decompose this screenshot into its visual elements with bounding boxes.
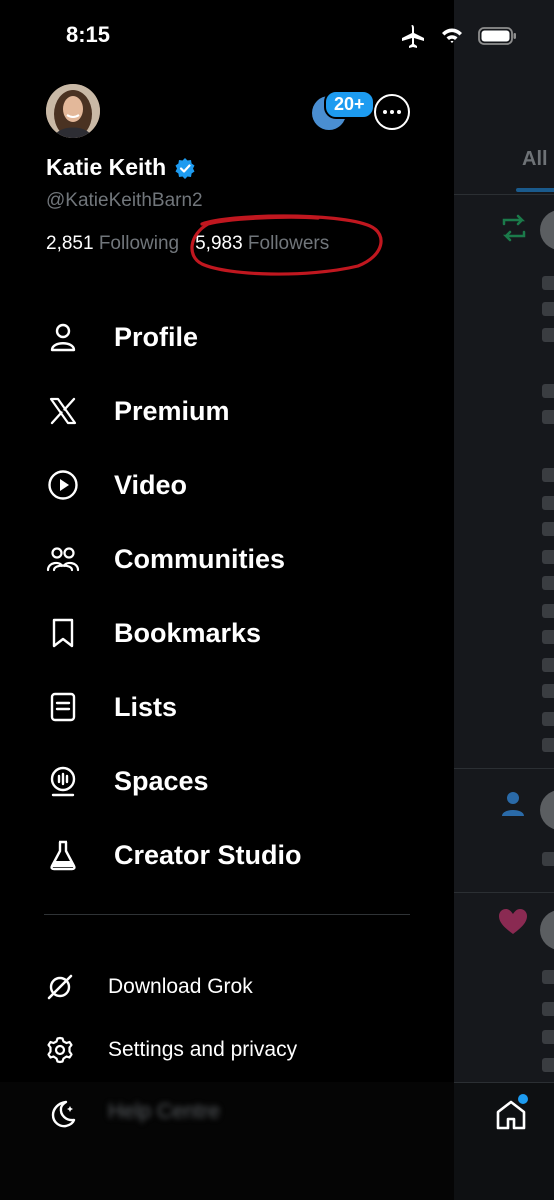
menu-label: Premium [114, 395, 230, 426]
feed-avatar [540, 790, 554, 830]
followers-label: Followers [247, 233, 330, 254]
notification-badge: 20+ [324, 90, 375, 119]
gear-icon [46, 1036, 74, 1064]
avatar[interactable] [46, 84, 100, 138]
menu-item-video[interactable]: Video [46, 448, 426, 522]
feed-tab-all[interactable]: All [522, 148, 548, 171]
secondary-menu: Download Grok Settings and privacy [46, 955, 297, 1081]
feed-text-line [542, 410, 554, 424]
feed-text-line [542, 970, 554, 984]
feed-text-line [542, 550, 554, 564]
repost-icon [502, 214, 526, 242]
feed-divider [454, 194, 554, 195]
battery-icon [478, 27, 516, 45]
feed-text-line [542, 658, 554, 672]
menu-label: Lists [114, 691, 178, 722]
feed-text-line [542, 276, 554, 290]
menu-item-creator-studio[interactable]: Creator Studio [46, 818, 426, 892]
feed-avatar [540, 910, 554, 950]
menu-label: Download Grok [108, 974, 253, 998]
menu-label: Communities [114, 543, 286, 574]
person-icon [46, 320, 80, 354]
home-notification-dot [518, 1094, 528, 1104]
airplane-icon [402, 25, 424, 48]
feed-text-line [542, 1030, 554, 1044]
menu-separator [44, 914, 410, 915]
feed-divider [454, 768, 554, 769]
status-time: 8:15 [66, 22, 111, 47]
feed-text-line [542, 384, 554, 398]
menu-item-settings[interactable]: Settings and privacy [46, 1018, 297, 1081]
bookmark-icon [46, 616, 80, 650]
followers-link[interactable]: 5,983 Followers [195, 233, 329, 255]
menu-item-bookmarks[interactable]: Bookmarks [46, 596, 426, 670]
menu-label: Creator Studio [114, 839, 302, 870]
wifi-icon [442, 28, 462, 43]
feed-text-line [542, 604, 554, 618]
following-link[interactable]: 2,851 Following [46, 233, 179, 255]
feed-divider [454, 892, 554, 893]
verified-badge-icon [175, 157, 195, 179]
profile-name-row[interactable]: Katie Keith [46, 154, 196, 181]
help-centre-link[interactable]: Help Centre [108, 1100, 220, 1124]
menu-item-profile[interactable]: Profile [46, 300, 426, 374]
follow-stats: 2,851 Following 5,983 Followers [46, 233, 329, 255]
main-menu: Profile Premium Video Communities Bookma… [46, 300, 426, 892]
menu-label: Spaces [114, 765, 209, 796]
menu-label: Bookmarks [114, 617, 262, 648]
feed-text-line [542, 1002, 554, 1016]
list-icon [46, 690, 80, 724]
heart-icon [499, 909, 527, 934]
feed-text-line [542, 576, 554, 590]
avatar-photo [46, 84, 100, 138]
following-label: Following [98, 233, 180, 254]
navigation-drawer: 20+ Katie Keith @KatieKeithBarn2 2,851 F… [0, 0, 454, 1200]
menu-item-download-grok[interactable]: Download Grok [46, 955, 297, 1018]
feed-text-line [542, 468, 554, 482]
feed-text-line [542, 738, 554, 752]
dot [390, 110, 394, 114]
profile-name: Katie Keith [46, 154, 167, 180]
followers-count: 5,983 [195, 233, 243, 254]
feed-text-line [542, 712, 554, 726]
status-bar: 8:15 [0, 0, 554, 70]
more-options-button[interactable] [374, 94, 410, 130]
dot [383, 110, 387, 114]
communities-icon [46, 542, 80, 576]
background-feed-panel: All [454, 0, 554, 1200]
flask-icon [46, 838, 80, 872]
feed-text-line [542, 630, 554, 644]
feed-avatar [540, 210, 554, 250]
spaces-icon [46, 764, 80, 798]
moon-icon[interactable] [46, 1098, 78, 1130]
feed-text-line [542, 1058, 554, 1072]
grok-icon [46, 973, 74, 1001]
profile-handle: @KatieKeithBarn2 [46, 190, 203, 211]
follow-person-icon [502, 792, 524, 816]
menu-item-spaces[interactable]: Spaces [46, 744, 426, 818]
feed-text-line [542, 302, 554, 316]
menu-item-lists[interactable]: Lists [46, 670, 426, 744]
menu-label: Video [114, 469, 188, 500]
menu-label: Profile [114, 321, 199, 352]
feed-tab-underline [516, 188, 554, 192]
feed-text-line [542, 328, 554, 342]
feed-text-line [542, 496, 554, 510]
x-logo-icon [46, 394, 80, 428]
menu-item-premium[interactable]: Premium [46, 374, 426, 448]
dot [397, 110, 401, 114]
menu-item-communities[interactable]: Communities [46, 522, 426, 596]
feed-text-line [542, 852, 554, 866]
feed-text-line [542, 522, 554, 536]
play-circle-icon [46, 468, 80, 502]
status-icons [400, 24, 518, 48]
feed-text-line [542, 684, 554, 698]
following-count: 2,851 [46, 233, 94, 254]
menu-label: Settings and privacy [108, 1037, 298, 1061]
